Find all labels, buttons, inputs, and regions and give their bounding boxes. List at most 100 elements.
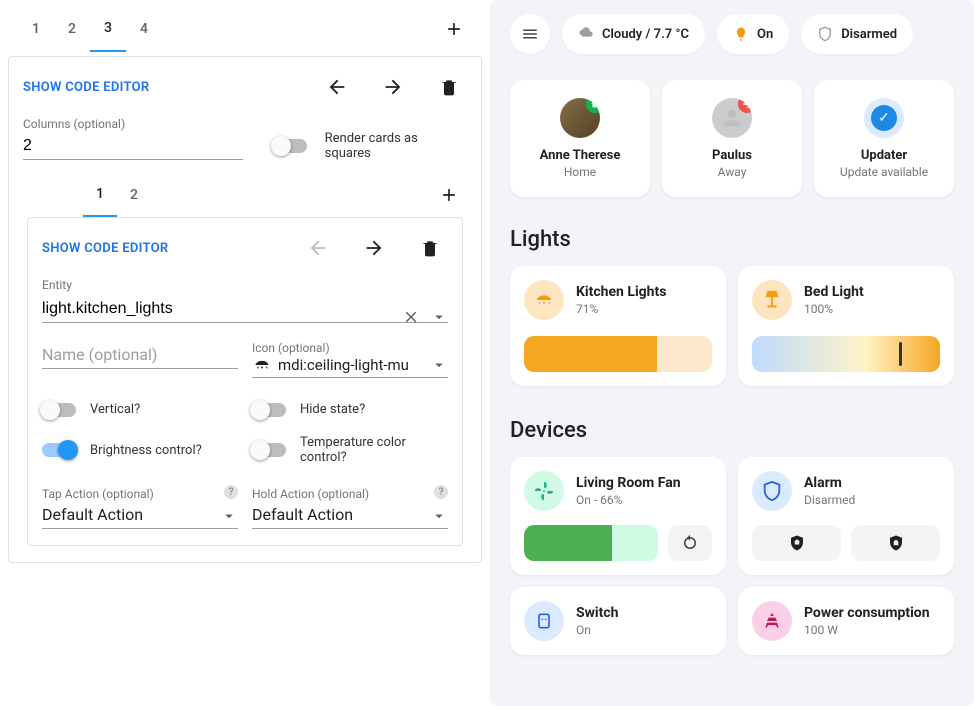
prev-button[interactable] — [319, 69, 355, 105]
hold-action-label: Hold Action (optional) — [252, 487, 448, 501]
device-name: Living Room Fan — [576, 475, 681, 491]
device-card-power[interactable]: Power consumption 100 W — [738, 587, 954, 655]
light-status: 71% — [576, 302, 666, 316]
shield-outline-icon — [752, 471, 792, 511]
weather-icon — [578, 26, 594, 42]
render-squares-label: Render cards as squares — [325, 131, 467, 161]
arm-away-button[interactable] — [851, 525, 940, 561]
hide-state-toggle[interactable] — [252, 403, 286, 417]
hold-action-select[interactable]: Default Action — [252, 501, 448, 529]
light-card-kitchen[interactable]: Kitchen Lights 71% — [510, 266, 726, 386]
tap-action-label: Tap Action (optional) — [42, 487, 238, 501]
icon-input[interactable]: mdi:ceiling-light-mu — [252, 355, 448, 378]
person-card-paulus[interactable]: Paulus Away — [662, 80, 802, 197]
outer-tabs: 1 2 3 4 — [8, 6, 482, 52]
clear-entity-icon[interactable] — [402, 308, 420, 326]
add-outer-tab-button[interactable] — [436, 11, 472, 47]
icon-value-text: mdi:ceiling-light-mu — [278, 356, 409, 374]
brightness-slider[interactable] — [524, 336, 712, 372]
caret-down-icon — [220, 507, 238, 525]
hide-state-label: Hide state? — [300, 402, 365, 417]
entity-dropdown-icon[interactable] — [430, 308, 448, 326]
outer-tab-1[interactable]: 1 — [18, 6, 54, 52]
person-name: Paulus — [712, 148, 752, 163]
outer-tab-3[interactable]: 3 — [90, 6, 126, 52]
columns-label: Columns (optional) — [23, 117, 467, 131]
color-temp-slider[interactable] — [752, 336, 940, 372]
light-name: Kitchen Lights — [576, 284, 666, 300]
device-card-fan[interactable]: Living Room Fan On - 66% — [510, 457, 726, 575]
person-name: Updater — [861, 148, 907, 163]
prev-inner-button — [300, 230, 336, 266]
device-name: Power consumption — [804, 605, 930, 621]
check-icon: ✓ — [871, 105, 897, 131]
device-name: Switch — [576, 605, 618, 621]
lamp-icon — [752, 280, 792, 320]
ceiling-light-icon — [252, 355, 272, 375]
weather-chip[interactable]: Cloudy / 7.7 °C — [562, 14, 705, 54]
light-icon — [733, 26, 749, 42]
show-code-editor-inner-button[interactable]: SHOW CODE EDITOR — [42, 241, 168, 256]
inner-tab-1[interactable]: 1 — [83, 173, 117, 217]
state-chip[interactable]: On — [717, 14, 789, 54]
columns-input[interactable] — [23, 133, 243, 160]
delete-inner-button[interactable] — [412, 230, 448, 266]
brightness-toggle[interactable] — [42, 443, 76, 457]
light-name: Bed Light — [804, 284, 864, 300]
tap-action-select[interactable]: Default Action — [42, 501, 238, 529]
light-card-bed[interactable]: Bed Light 100% — [738, 266, 954, 386]
person-card-anne[interactable]: Anne Therese Home — [510, 80, 650, 197]
delete-outer-button[interactable] — [431, 69, 467, 105]
entity-label: Entity — [42, 278, 448, 292]
vertical-label: Vertical? — [90, 402, 140, 417]
weather-text: Cloudy / 7.7 °C — [602, 27, 689, 42]
brightness-label: Brightness control? — [90, 443, 202, 458]
next-inner-button[interactable] — [356, 230, 392, 266]
vertical-toggle[interactable] — [42, 403, 76, 417]
state-text: On — [757, 27, 773, 42]
inner-tab-2[interactable]: 2 — [117, 173, 151, 217]
device-card-alarm[interactable]: Alarm Disarmed — [738, 457, 954, 575]
alarm-chip[interactable]: Disarmed — [801, 14, 913, 54]
oscillate-button[interactable] — [668, 525, 712, 561]
inner-tabs: 1 2 — [23, 173, 467, 217]
entity-input[interactable] — [42, 296, 448, 323]
menu-chip[interactable] — [510, 14, 550, 54]
avatar — [712, 98, 752, 138]
device-name: Alarm — [804, 475, 855, 491]
away-badge-icon — [738, 98, 752, 113]
fan-icon — [524, 471, 564, 511]
entity-editor-panel: SHOW CODE EDITOR Entity — [27, 217, 463, 546]
menu-icon — [521, 25, 539, 43]
card-editor-panel: SHOW CODE EDITOR Columns (optional) — [8, 56, 482, 563]
power-socket-icon — [524, 601, 564, 641]
outer-tab-4[interactable]: 4 — [126, 6, 162, 52]
show-code-editor-button[interactable]: SHOW CODE EDITOR — [23, 80, 149, 95]
person-status: Away — [718, 165, 747, 179]
name-input[interactable]: Name (optional) — [42, 341, 238, 369]
light-status: 100% — [804, 302, 864, 316]
alarm-chip-text: Disarmed — [841, 27, 897, 42]
next-button[interactable] — [375, 69, 411, 105]
person-name: Anne Therese — [540, 148, 621, 163]
temperature-toggle[interactable] — [252, 443, 286, 457]
add-inner-tab-button[interactable] — [431, 177, 467, 213]
home-badge-icon — [586, 98, 600, 113]
person-card-updater[interactable]: ✓ Updater Update available — [814, 80, 954, 197]
caret-down-icon — [430, 507, 448, 525]
person-status: Update available — [840, 165, 928, 179]
icon-dropdown-icon[interactable] — [430, 356, 448, 374]
hold-action-help-icon[interactable]: ? — [434, 485, 448, 499]
device-status: Disarmed — [804, 493, 855, 507]
outer-tab-2[interactable]: 2 — [54, 6, 90, 52]
tap-action-help-icon[interactable]: ? — [224, 485, 238, 499]
person-status: Home — [564, 165, 596, 179]
devices-section-title: Devices — [510, 418, 954, 443]
shield-icon — [817, 26, 833, 42]
device-card-switch[interactable]: Switch On — [510, 587, 726, 655]
avatar — [560, 98, 600, 138]
fan-speed-slider[interactable] — [524, 525, 658, 561]
arm-home-button[interactable] — [752, 525, 841, 561]
render-squares-toggle[interactable] — [273, 139, 307, 153]
ceiling-light-icon — [524, 280, 564, 320]
